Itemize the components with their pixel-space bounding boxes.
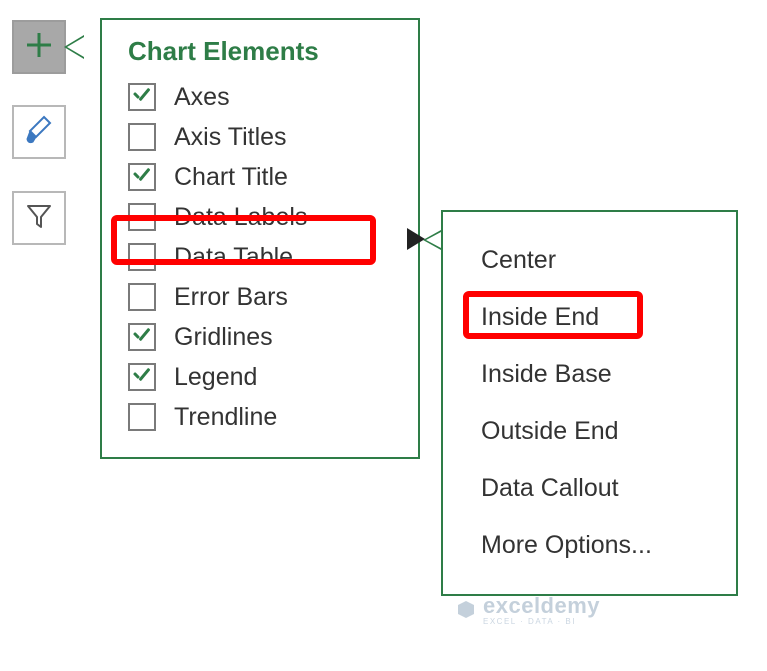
item-label: Axes xyxy=(174,83,230,112)
chart-element-item-trendline[interactable]: Trendline xyxy=(102,397,418,437)
chart-elements-panel: Chart Elements Axes Axis Titles Chart Ti… xyxy=(100,18,420,459)
item-label: Trendline xyxy=(174,403,277,432)
item-label: Legend xyxy=(174,363,257,392)
chart-element-item-data-labels[interactable]: Data Labels xyxy=(102,197,418,237)
chart-element-item-data-table[interactable]: Data Table xyxy=(102,237,418,277)
chart-element-item-axes[interactable]: Axes xyxy=(102,77,418,117)
submenu-item-data-callout[interactable]: Data Callout xyxy=(443,460,736,517)
submenu-notch xyxy=(423,230,441,250)
checkbox-checked-icon[interactable] xyxy=(128,363,156,391)
item-label: Data Table xyxy=(174,243,293,272)
checkbox-unchecked-icon[interactable] xyxy=(128,283,156,311)
panel-title: Chart Elements xyxy=(102,36,418,77)
chart-element-item-axis-titles[interactable]: Axis Titles xyxy=(102,117,418,157)
chart-elements-button[interactable] xyxy=(12,20,66,74)
cube-icon xyxy=(455,599,477,621)
submenu-item-inside-base[interactable]: Inside Base xyxy=(443,346,736,403)
paintbrush-icon xyxy=(22,113,56,152)
item-label: Data Labels xyxy=(174,203,307,232)
watermark-tagline: EXCEL · DATA · BI xyxy=(483,617,600,626)
flyout-notch xyxy=(64,35,84,59)
submenu-item-inside-end[interactable]: Inside End xyxy=(443,289,736,346)
chart-filters-button[interactable] xyxy=(12,191,66,245)
data-labels-submenu: Center Inside End Inside Base Outside En… xyxy=(441,210,738,596)
item-label: Error Bars xyxy=(174,283,288,312)
submenu-item-more-options[interactable]: More Options... xyxy=(443,517,736,574)
plus-icon xyxy=(24,30,54,65)
item-label: Chart Title xyxy=(174,163,288,192)
checkbox-unchecked-icon[interactable] xyxy=(128,203,156,231)
checkbox-checked-icon[interactable] xyxy=(128,163,156,191)
watermark: exceldemy EXCEL · DATA · BI xyxy=(455,593,600,626)
item-label: Axis Titles xyxy=(174,123,287,152)
funnel-icon xyxy=(24,201,54,236)
checkbox-unchecked-icon[interactable] xyxy=(128,243,156,271)
checkbox-checked-icon[interactable] xyxy=(128,323,156,351)
checkbox-unchecked-icon[interactable] xyxy=(128,403,156,431)
checkbox-unchecked-icon[interactable] xyxy=(128,123,156,151)
chart-element-item-chart-title[interactable]: Chart Title xyxy=(102,157,418,197)
chart-styles-button[interactable] xyxy=(12,105,66,159)
checkbox-checked-icon[interactable] xyxy=(128,83,156,111)
watermark-brand: exceldemy xyxy=(483,593,600,619)
item-label: Gridlines xyxy=(174,323,273,352)
chart-element-item-legend[interactable]: Legend xyxy=(102,357,418,397)
chart-element-item-gridlines[interactable]: Gridlines xyxy=(102,317,418,357)
chart-element-item-error-bars[interactable]: Error Bars xyxy=(102,277,418,317)
submenu-item-center[interactable]: Center xyxy=(443,232,736,289)
submenu-item-outside-end[interactable]: Outside End xyxy=(443,403,736,460)
